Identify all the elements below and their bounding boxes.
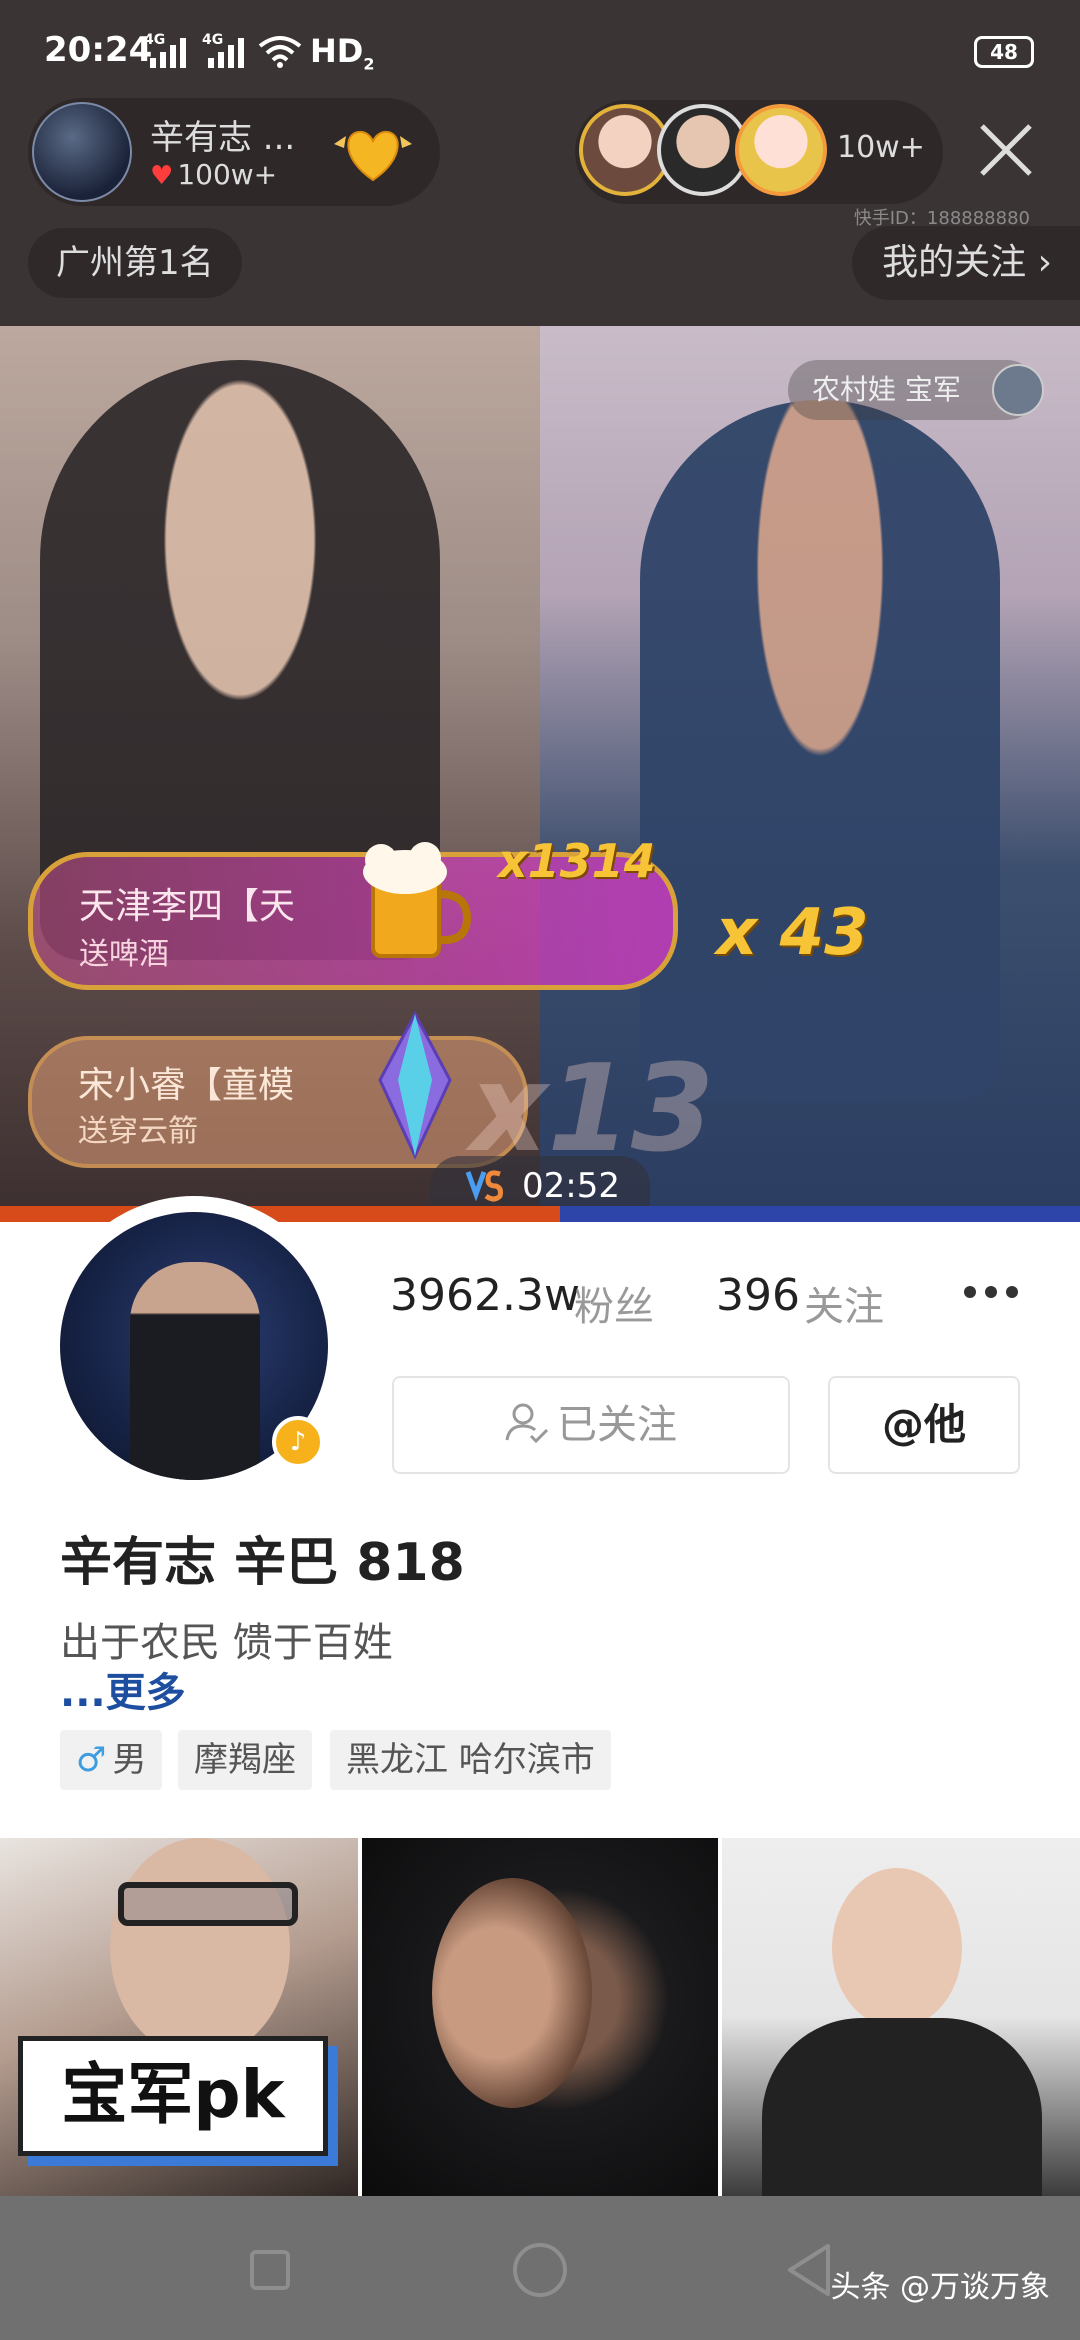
live-stream-view: 20:24 4G 4G HD2 48 辛有志 ... ♥ 100w+ 10w+ 快… xyxy=(0,0,1080,1225)
fans-count[interactable]: 3962.3w xyxy=(390,1270,580,1321)
clock: 20:24 xyxy=(44,30,153,70)
watermark: 头条 @万谈万象 xyxy=(830,2270,1050,2305)
rank-badge[interactable]: 广州第1名 xyxy=(28,228,242,298)
more-options-icon[interactable] xyxy=(962,1284,1020,1300)
chevron-right-icon: › xyxy=(1026,242,1052,283)
home-icon[interactable] xyxy=(510,2240,570,2300)
gift-action: 送穿云箭 xyxy=(78,1114,198,1149)
close-icon[interactable] xyxy=(976,120,1036,180)
gift-sender: 宋小睿【童模 xyxy=(78,1065,295,1106)
gift-combo: x1314 xyxy=(498,834,656,888)
gift-sender: 天津李四【天 xyxy=(79,886,296,927)
host-name: 辛有志 ... xyxy=(150,118,296,158)
following-count[interactable]: 396 xyxy=(716,1270,800,1321)
arrow-gift-icon xyxy=(378,1010,452,1160)
opponent-avatar[interactable] xyxy=(992,364,1044,416)
video-sticker-label: 宝军pk xyxy=(18,2036,328,2156)
beer-icon xyxy=(363,842,472,958)
followed-button[interactable]: 已关注 xyxy=(392,1376,790,1474)
zodiac-tag: 摩羯座 xyxy=(178,1730,312,1790)
status-bar: 20:24 4G 4G HD2 48 xyxy=(0,0,1080,90)
wifi-icon xyxy=(258,36,302,68)
music-note-icon: ♪ xyxy=(272,1416,324,1468)
location-tag: 黑龙江 哈尔滨市 xyxy=(330,1730,611,1790)
bio-more-link[interactable]: ...更多 xyxy=(60,1660,186,1718)
user-check-icon xyxy=(505,1403,549,1444)
host-likes: ♥ 100w+ xyxy=(150,158,278,191)
following-label[interactable]: 关注 xyxy=(804,1274,884,1332)
fans-label[interactable]: 粉丝 xyxy=(574,1274,654,1332)
male-icon: ♂ xyxy=(76,1740,107,1780)
recent-apps-icon[interactable] xyxy=(240,2240,300,2300)
video-thumbnail[interactable] xyxy=(362,1838,718,2196)
signal-icon xyxy=(150,38,186,68)
mention-button[interactable]: @他 xyxy=(828,1376,1020,1474)
battery-icon: 48 xyxy=(974,36,1034,68)
opponent-person xyxy=(640,400,1000,1100)
gender-tag: ♂ 男 xyxy=(60,1730,163,1790)
viewer-list-pill[interactable]: 10w+ xyxy=(575,100,943,204)
my-follow-button[interactable]: 我的关注 › xyxy=(852,226,1080,300)
hd-indicator: HD2 xyxy=(310,32,375,74)
host-avatar[interactable] xyxy=(32,102,132,202)
opponent-combo: x 43 xyxy=(716,896,869,970)
gold-heart-follow-icon[interactable] xyxy=(330,124,416,184)
signal-icon-2 xyxy=(208,38,244,68)
viewer-count: 10w+ xyxy=(837,130,925,165)
profile-name: 辛有志 辛巴 818 xyxy=(60,1533,465,1593)
gift-action: 送啤酒 xyxy=(79,937,169,972)
vs-icon xyxy=(465,1170,503,1202)
viewer-avatar[interactable] xyxy=(735,104,827,196)
video-thumbnail[interactable] xyxy=(722,1838,1080,2196)
heart-icon: ♥ xyxy=(150,161,174,191)
